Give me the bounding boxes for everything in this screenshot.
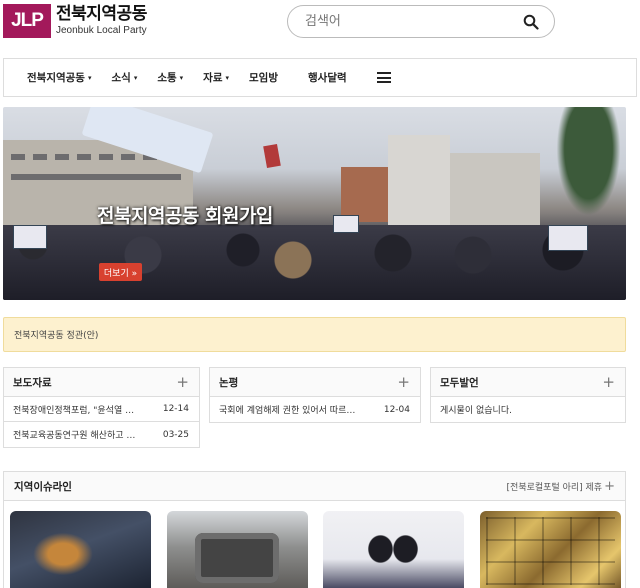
nav-item-event-calendar[interactable]: 행사달력 (308, 70, 347, 85)
plus-icon: + (604, 478, 615, 494)
nav-item-communication[interactable]: 소통 ▾ (157, 70, 183, 85)
list-item[interactable]: 전북교육공동연구원 해산하고 … 03-25 (4, 422, 199, 447)
list-item-title: 전북교육공동연구원 해산하고 … (13, 431, 136, 441)
list-item[interactable]: 국회에 계엄해제 권한 있어서 따르… 12-04 (210, 397, 420, 422)
banner-photo-sign (13, 225, 47, 249)
caret-down-icon: ▾ (225, 73, 230, 82)
site-header: JLP 전북지역공동 Jeonbuk Local Party (0, 0, 640, 56)
board-title[interactable]: 논평 (219, 375, 238, 390)
empty-message: 게시물이 없습니다. (431, 397, 625, 422)
banner-photo-building (341, 167, 389, 222)
plus-icon[interactable]: + (602, 374, 615, 390)
site-logo[interactable]: JLP 전북지역공동 Jeonbuk Local Party (3, 4, 147, 38)
list-item[interactable]: 전북장애인정책포럼, "윤석열 … 12-14 (4, 397, 199, 422)
issue-thumbnail[interactable] (10, 511, 151, 588)
board-header: 모두발언 + (431, 368, 625, 397)
banner-title: 전북지역공동 회원가입 (97, 205, 273, 227)
list-item-title: 국회에 계엄해제 권한 있어서 따르… (219, 406, 356, 416)
hero-banner[interactable]: 전북지역공동 회원가입 더보기 » (3, 107, 626, 300)
nav-item-label: 전북지역공동 (27, 72, 85, 84)
list-item-title: 게시물이 없습니다. (440, 406, 512, 416)
issue-header: 지역이슈라인 [전북로컬포털 아리] 제휴 + (4, 472, 625, 501)
nav-item-label: 모임방 (249, 72, 278, 84)
caret-down-icon: ▾ (133, 73, 138, 82)
board-press-releases: 보도자료 + 전북장애인정책포럼, "윤석열 … 12-14 전북교육공동연구원… (3, 367, 200, 448)
plus-icon[interactable]: + (176, 374, 189, 390)
banner-photo-sign (333, 215, 359, 233)
plus-icon[interactable]: + (397, 374, 410, 390)
logo-mark: JLP (3, 4, 51, 38)
issue-thumbnail[interactable] (480, 511, 621, 588)
banner-photo-flag (263, 143, 281, 169)
notice-text: 전북지역공동 정관(안) (14, 331, 99, 341)
banner-photo-trees (551, 107, 626, 227)
list-item-date: 12-04 (383, 404, 410, 415)
board-title[interactable]: 보도자료 (13, 375, 52, 390)
nav-item-resources[interactable]: 자료 ▾ (203, 70, 229, 85)
board-header: 보도자료 + (4, 368, 199, 397)
nav-item-label: 행사달력 (308, 72, 347, 84)
nav-item-label: 자료 (203, 72, 223, 84)
issue-partner-label: [전북로컬포털 아리] 제휴 (506, 482, 603, 493)
issue-partner-link[interactable]: [전북로컬포털 아리] 제휴 + (507, 480, 615, 493)
issue-title: 지역이슈라인 (14, 480, 72, 493)
list-item-title: 전북장애인정책포럼, "윤석열 … (13, 405, 135, 416)
board-commentary: 논평 + 국회에 계엄해제 권한 있어서 따르… 12-04 (209, 367, 421, 423)
nav-item-jeonbuk[interactable]: 전북지역공동 ▾ (27, 70, 91, 85)
search-input[interactable] (305, 14, 505, 29)
logo-name-en: Jeonbuk Local Party (56, 25, 147, 36)
issue-thumbnail[interactable] (167, 511, 308, 588)
banner-photo-building (450, 153, 540, 229)
board-opening-remarks: 모두발언 + 게시물이 없습니다. (430, 367, 626, 423)
nav-item-meeting-room[interactable]: 모임방 (249, 70, 278, 85)
notice-bar[interactable]: 전북지역공동 정관(안) (3, 317, 626, 352)
nav-item-label: 소식 (111, 72, 131, 84)
nav-item-news[interactable]: 소식 ▾ (111, 70, 137, 85)
nav-item-label: 소통 (157, 72, 177, 84)
hamburger-icon[interactable] (376, 72, 391, 83)
board-header: 논평 + (210, 368, 420, 397)
banner-photo-sign (548, 225, 588, 251)
search-box (287, 5, 555, 38)
logo-name-kr: 전북지역공동 (56, 4, 147, 24)
main-nav: 전북지역공동 ▾ 소식 ▾ 소통 ▾ 자료 ▾ 모임방 행사달력 (3, 58, 637, 97)
logo-text: 전북지역공동 Jeonbuk Local Party (56, 5, 147, 37)
issue-thumbnail[interactable] (323, 511, 464, 588)
caret-down-icon: ▾ (179, 73, 184, 82)
banner-more-button[interactable]: 더보기 » (99, 263, 142, 281)
board-title[interactable]: 모두발언 (440, 375, 479, 390)
regional-issue-section: 지역이슈라인 [전북로컬포털 아리] 제휴 + (3, 471, 626, 588)
banner-photo-crowd (3, 225, 626, 300)
caret-down-icon: ▾ (87, 73, 92, 82)
list-item-date: 12-14 (162, 404, 189, 414)
search-icon[interactable] (523, 14, 539, 30)
banner-photo-building (388, 135, 450, 227)
list-item-date: 03-25 (162, 429, 189, 440)
